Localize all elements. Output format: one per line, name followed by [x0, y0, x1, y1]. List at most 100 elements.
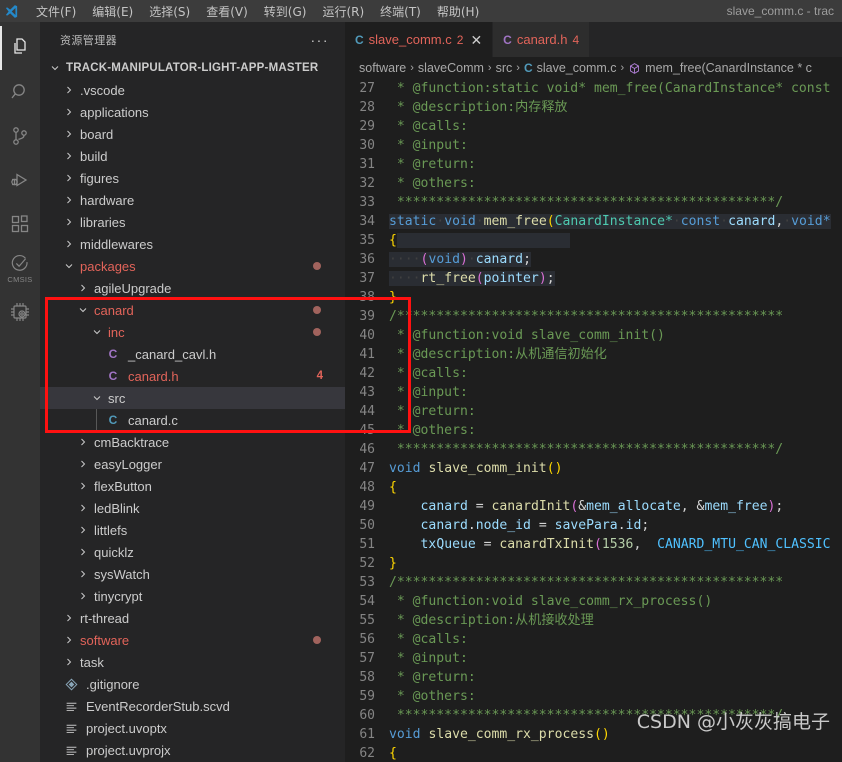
breadcrumb[interactable]: software › slaveComm › src › Cslave_comm.c › mem…	[345, 57, 842, 79]
code-text[interactable]: * @function:void slave_comm_init()	[389, 326, 665, 345]
code-text[interactable]: * @input:	[389, 383, 468, 402]
chevron-right-icon[interactable]	[76, 282, 90, 294]
menu-item-3[interactable]: 查看(V)	[198, 1, 256, 22]
tree-row--vscode[interactable]: .vscode	[40, 79, 345, 101]
chevron-right-icon[interactable]	[62, 150, 76, 162]
chevron-right-icon[interactable]	[62, 106, 76, 118]
breadcrumb-item[interactable]: software	[359, 61, 406, 75]
menu-item-2[interactable]: 选择(S)	[141, 1, 198, 22]
code-text[interactable]: }	[389, 288, 397, 307]
code-text[interactable]: * @function:void slave_comm_rx_process()	[389, 592, 712, 611]
tree-row-cmbacktrace[interactable]: cmBacktrace	[40, 431, 345, 453]
chevron-right-icon[interactable]	[62, 172, 76, 184]
code-text[interactable]: * @others:	[389, 421, 476, 440]
code-text[interactable]: canard.node_id = savePara.id;	[389, 516, 650, 535]
code-text[interactable]: txQueue = canardTxInit(1536, CANARD_MTU_…	[389, 535, 831, 554]
code-text[interactable]: }	[389, 554, 397, 573]
code-text[interactable]: * @function:static void* mem_free(Canard…	[389, 79, 838, 98]
chevron-down-icon[interactable]	[76, 304, 90, 316]
code-text[interactable]: * @input:	[389, 136, 468, 155]
code-text[interactable]: canard = canardInit(&mem_allocate, &mem_…	[389, 497, 784, 516]
tree-row-easylogger[interactable]: easyLogger	[40, 453, 345, 475]
tree-row-figures[interactable]: figures	[40, 167, 345, 189]
chevron-right-icon[interactable]	[62, 238, 76, 250]
activity-extensions-icon[interactable]	[0, 202, 40, 246]
code-text[interactable]: * @others:	[389, 687, 476, 706]
tree-row-rt-thread[interactable]: rt-thread	[40, 607, 345, 629]
chevron-right-icon[interactable]	[62, 216, 76, 228]
file-tree[interactable]: TRACK-MANIPULATOR-LIGHT-APP-MASTER .vscod…	[40, 57, 345, 761]
menu-item-5[interactable]: 运行(R)	[314, 1, 372, 22]
tree-row-agileupgrade[interactable]: agileUpgrade	[40, 277, 345, 299]
breadcrumb-item[interactable]: slave_comm.c	[537, 61, 617, 75]
code-text[interactable]: {	[389, 478, 397, 497]
tree-row-canard-c[interactable]: Ccanard.c	[40, 409, 345, 431]
code-text[interactable]: void slave_comm_rx_process()	[389, 725, 610, 744]
tree-row--canard-cavl-h[interactable]: C _canard_cavl.h	[40, 343, 345, 365]
tree-row-syswatch[interactable]: sysWatch	[40, 563, 345, 585]
tree-row-ledblink[interactable]: ledBlink	[40, 497, 345, 519]
code-text[interactable]: * @others:	[389, 174, 476, 193]
code-text[interactable]: * @calls:	[389, 117, 468, 136]
tree-row-middlewares[interactable]: middlewares	[40, 233, 345, 255]
code-text[interactable]: * @description:从机接收处理	[389, 611, 594, 630]
tree-row-canard[interactable]: canard	[40, 299, 345, 321]
chevron-right-icon[interactable]	[62, 634, 76, 646]
code-editor[interactable]: 27 * @function:static void* mem_free(Can…	[345, 79, 842, 762]
menu-item-4[interactable]: 转到(G)	[256, 1, 315, 22]
code-text[interactable]: ****************************************…	[389, 440, 783, 459]
activity-search-icon[interactable]	[0, 70, 40, 114]
code-text[interactable]: ****************************************…	[389, 193, 783, 212]
code-text[interactable]: ····rt_free(pointer);	[389, 269, 555, 288]
chevron-down-icon[interactable]	[90, 392, 104, 404]
chevron-right-icon[interactable]	[76, 524, 90, 536]
menu-item-1[interactable]: 编辑(E)	[84, 1, 141, 22]
code-text[interactable]: static·void·mem_free(CanardInstance*·con…	[389, 212, 831, 231]
tree-row-src[interactable]: src	[40, 387, 345, 409]
tree-root-row[interactable]: TRACK-MANIPULATOR-LIGHT-APP-MASTER	[40, 57, 345, 79]
chevron-right-icon[interactable]	[76, 502, 90, 514]
code-text[interactable]: * @return:	[389, 402, 476, 421]
tree-row-packages[interactable]: packages	[40, 255, 345, 277]
close-icon[interactable]: ✕	[470, 33, 482, 47]
tree-row-task[interactable]: task	[40, 651, 345, 673]
menu-bar[interactable]: 文件(F) 编辑(E) 选择(S) 查看(V) 转到(G) 运行(R) 终端(T) 帮助(H)	[28, 1, 487, 22]
chevron-down-icon[interactable]	[48, 62, 62, 74]
tree-row-applications[interactable]: applications	[40, 101, 345, 123]
tree-row-project-uvoptx[interactable]: project.uvoptx	[40, 717, 345, 739]
tree-row-software[interactable]: software	[40, 629, 345, 651]
tree-row-eventrecorderstub-scvd[interactable]: EventRecorderStub.scvd	[40, 695, 345, 717]
tree-row-quicklz[interactable]: quicklz	[40, 541, 345, 563]
menu-item-6[interactable]: 终端(T)	[372, 1, 429, 22]
code-text[interactable]: * @description:内存释放	[389, 98, 568, 117]
code-text[interactable]: ····(void)·canard;	[389, 250, 531, 269]
chevron-right-icon[interactable]	[76, 480, 90, 492]
tree-row-project-uvprojx[interactable]: project.uvprojx	[40, 739, 345, 761]
breadcrumb-item[interactable]: mem_free(CanardInstance * c	[645, 61, 812, 75]
code-text[interactable]: /***************************************…	[389, 573, 783, 592]
chevron-right-icon[interactable]	[76, 546, 90, 558]
chevron-right-icon[interactable]	[76, 436, 90, 448]
editor-tab-canard-h[interactable]: Ccanard.h 4	[493, 22, 591, 57]
tree-row-flexbutton[interactable]: flexButton	[40, 475, 345, 497]
chevron-right-icon[interactable]	[62, 656, 76, 668]
activity-cmsis-icon[interactable]: CMSIS	[0, 246, 40, 290]
code-text[interactable]: {	[389, 744, 397, 762]
chevron-right-icon[interactable]	[62, 612, 76, 624]
chevron-right-icon[interactable]	[76, 568, 90, 580]
tree-row-tinycrypt[interactable]: tinycrypt	[40, 585, 345, 607]
breadcrumb-item[interactable]: slaveComm	[418, 61, 484, 75]
code-text[interactable]: * @return:	[389, 155, 476, 174]
code-text[interactable]: {	[389, 231, 571, 250]
code-text[interactable]: * @input:	[389, 649, 468, 668]
menu-item-0[interactable]: 文件(F)	[28, 1, 84, 22]
chevron-right-icon[interactable]	[62, 84, 76, 96]
tree-row-build[interactable]: build	[40, 145, 345, 167]
tree-row-libraries[interactable]: libraries	[40, 211, 345, 233]
code-text[interactable]: ****************************************…	[389, 706, 783, 725]
tree-row-hardware[interactable]: hardware	[40, 189, 345, 211]
activity-explorer-icon[interactable]	[0, 26, 40, 70]
editor-tab-bar[interactable]: Cslave_comm.c 2 ✕ Ccanard.h 4	[345, 22, 842, 57]
menu-item-7[interactable]: 帮助(H)	[429, 1, 487, 22]
explorer-more-actions-icon[interactable]: ···	[311, 33, 330, 47]
